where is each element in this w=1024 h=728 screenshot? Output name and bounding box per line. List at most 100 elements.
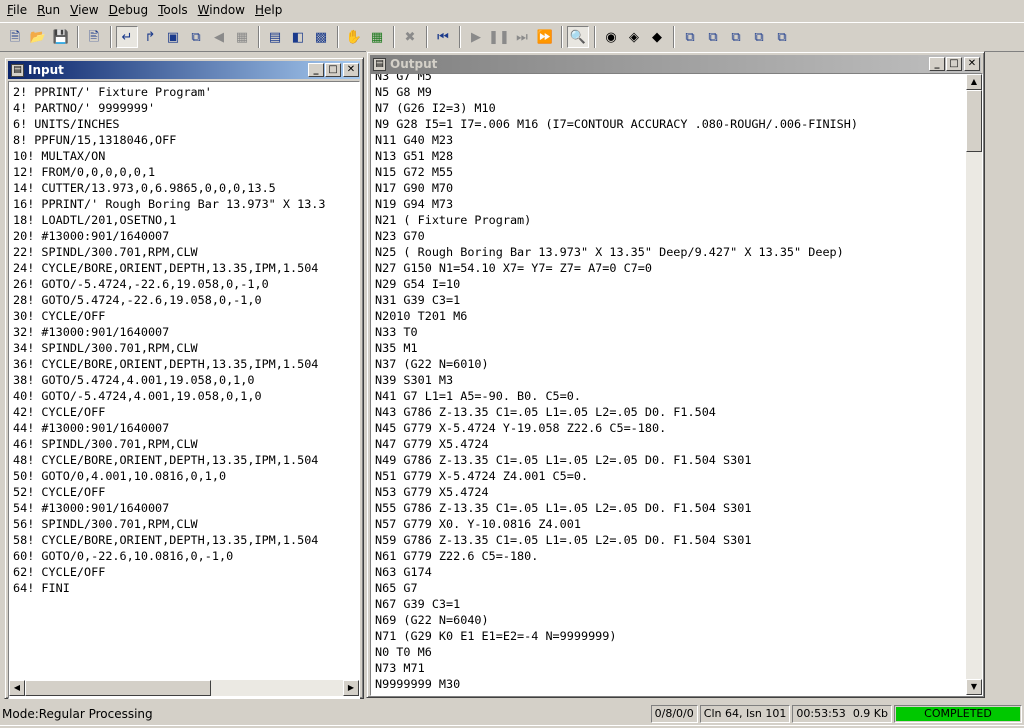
code-line: 8! PPFUN/15,1318046,OFF [13, 133, 177, 147]
step-into-icon[interactable]: ↵ [116, 26, 138, 48]
tree-icon[interactable]: ▦ [366, 26, 388, 48]
code-line: N19 G94 M73 [375, 197, 454, 211]
code-line: N51 G779 X-5.4724 Z4.001 C5=0. [375, 469, 589, 483]
input-code: 2! PPRINT/' Fixture Program' 4! PARTNO/' … [9, 82, 359, 596]
code-line: 60! GOTO/0,-22.6,10.0816,0,-1,0 [13, 549, 234, 563]
menu-help[interactable]: Help [250, 0, 287, 20]
back-gray-icon[interactable]: ◀ [208, 26, 230, 48]
input-editor[interactable]: 2! PPRINT/' Fixture Program' 4! PARTNO/' … [8, 81, 360, 699]
find-icon[interactable]: 🔍 [567, 26, 589, 48]
code-line: 44! #13000:901/1640007 [13, 421, 170, 435]
fast-forward-icon[interactable]: ⏩ [534, 26, 556, 48]
menu-run[interactable]: Run [32, 0, 65, 20]
toolbar-separator [594, 26, 596, 48]
window-icon[interactable]: ▣ [162, 26, 184, 48]
code-line: N3 G7 M5 [375, 73, 432, 83]
step-out-icon[interactable]: ↱ [139, 26, 161, 48]
menu-view[interactable]: View [65, 0, 103, 20]
cascade-1-icon[interactable]: ⧉ [679, 26, 701, 48]
code-line: N5 G8 M9 [375, 85, 432, 99]
code-line: 58! CYCLE/BORE,ORIENT,DEPTH,13.35,IPM,1.… [13, 533, 319, 547]
rewind-icon[interactable]: ⏮ [432, 26, 454, 48]
code-line: N43 G786 Z-13.35 C1=.05 L1=.05 L2=.05 D0… [375, 405, 716, 419]
menu-tools[interactable]: Tools [153, 0, 193, 20]
toolbar-separator [77, 26, 79, 48]
code-line: N45 G779 X-5.4724 Y-19.058 Z22.6 C5=-180… [375, 421, 667, 435]
cascade-3-icon[interactable]: ⧉ [725, 26, 747, 48]
code-line: 10! MULTAX/ON [13, 149, 106, 163]
output-titlebar[interactable]: ▤ Output _ □ ✕ [370, 55, 981, 73]
code-line: N27 G150 N1=54.10 X7= Y7= Z7= A7=0 C7=0 [375, 261, 652, 275]
minimize-icon[interactable]: _ [929, 57, 945, 71]
code-line: 64! FINI [13, 581, 70, 595]
print-preview-icon[interactable]: 🖹 [83, 26, 105, 48]
scroll-right-icon[interactable]: ▶ [343, 680, 359, 696]
cascade-5-icon[interactable]: ⧉ [771, 26, 793, 48]
code-line: N47 G779 X5.4724 [375, 437, 489, 451]
window-app-icon[interactable]: ▤ [373, 57, 386, 71]
pause-icon[interactable]: ❚❚ [488, 26, 510, 48]
new-file-icon[interactable]: 🗎 [4, 26, 26, 48]
scroll-thumb[interactable] [25, 680, 211, 696]
close-icon[interactable]: ✕ [343, 63, 359, 77]
code-line: 20! #13000:901/1640007 [13, 229, 170, 243]
export-icon[interactable]: ⧉ [185, 26, 207, 48]
menu-bar: File Run View Debug Tools Window Help [0, 0, 1024, 20]
list-icon[interactable]: ▤ [264, 26, 286, 48]
input-horizontal-scrollbar[interactable]: ◀ ▶ [9, 680, 359, 696]
code-line: 56! SPINDL/300.701,RPM,CLW [13, 517, 198, 531]
output-title: Output [390, 57, 438, 71]
cascade-4-icon[interactable]: ⧉ [748, 26, 770, 48]
code-line: 48! CYCLE/BORE,ORIENT,DEPTH,13.35,IPM,1.… [13, 453, 319, 467]
input-titlebar[interactable]: ▤ Input _ □ ✕ [8, 61, 360, 79]
code-line: N13 G51 M28 [375, 149, 454, 163]
toolbar-separator [337, 26, 339, 48]
menu-debug[interactable]: Debug [104, 0, 153, 20]
code-line: 54! #13000:901/1640007 [13, 501, 170, 515]
scroll-down-icon[interactable]: ▼ [966, 679, 982, 695]
scroll-up-icon[interactable]: ▲ [966, 74, 982, 90]
code-line: 2! PPRINT/' Fixture Program' [13, 85, 212, 99]
code-line: N35 M1 [375, 341, 418, 355]
status-time: 00:53:53 0.9 Kb [792, 705, 892, 723]
output-vertical-scrollbar[interactable]: ▲ ▼ [966, 74, 982, 695]
maximize-icon[interactable]: □ [325, 63, 341, 77]
cascade-2-icon[interactable]: ⧉ [702, 26, 724, 48]
cancel-gray-icon[interactable]: ✖ [399, 26, 421, 48]
window-app-icon[interactable]: ▤ [11, 63, 24, 77]
image-edit-icon[interactable]: ▩ [310, 26, 332, 48]
step-forward-icon[interactable]: ⏭ [511, 26, 533, 48]
code-line: 36! CYCLE/BORE,ORIENT,DEPTH,13.35,IPM,1.… [13, 357, 319, 371]
toolbar-separator [561, 26, 563, 48]
code-line: 34! SPINDL/300.701,RPM,CLW [13, 341, 198, 355]
code-line: N11 G40 M23 [375, 133, 454, 147]
output-editor[interactable]: N3 G7 M5 N5 G8 M9 N7 (G26 I2=3) M10 N9 G28 … [370, 73, 983, 696]
find-next-icon[interactable]: ◈ [623, 26, 645, 48]
grid-gray-icon[interactable]: ▦ [231, 26, 253, 48]
code-line: N23 G70 [375, 229, 425, 243]
play-icon[interactable]: ▶ [465, 26, 487, 48]
toolbar-separator [459, 26, 461, 48]
save-icon[interactable]: 💾 [50, 26, 72, 48]
menu-window[interactable]: Window [193, 0, 250, 20]
menu-file[interactable]: File [2, 0, 32, 20]
code-line: N7 (G26 I2=3) M10 [375, 101, 496, 115]
code-line: 4! PARTNO/' 9999999' [13, 101, 156, 115]
binoculars-icon[interactable]: ◉ [600, 26, 622, 48]
image-icon[interactable]: ◧ [287, 26, 309, 48]
open-folder-icon[interactable]: 📂 [27, 26, 49, 48]
maximize-icon[interactable]: □ [946, 57, 962, 71]
code-line: N67 G39 C3=1 [375, 597, 461, 611]
scroll-thumb[interactable] [966, 90, 982, 152]
progress-bar: COMPLETED [894, 705, 1022, 723]
code-line: N55 G786 Z-13.35 C1=.05 L1=.05 L2=.05 D0… [375, 501, 752, 515]
code-line: N69 (G22 N=6040) [375, 613, 489, 627]
code-line: 62! CYCLE/OFF [13, 565, 106, 579]
minimize-icon[interactable]: _ [308, 63, 324, 77]
scroll-left-icon[interactable]: ◀ [9, 680, 25, 696]
find-prev-icon[interactable]: ◆ [646, 26, 668, 48]
hand-icon[interactable]: ✋ [343, 26, 365, 48]
code-line: N63 G174 [375, 565, 432, 579]
input-title: Input [28, 63, 64, 77]
close-icon[interactable]: ✕ [964, 57, 980, 71]
